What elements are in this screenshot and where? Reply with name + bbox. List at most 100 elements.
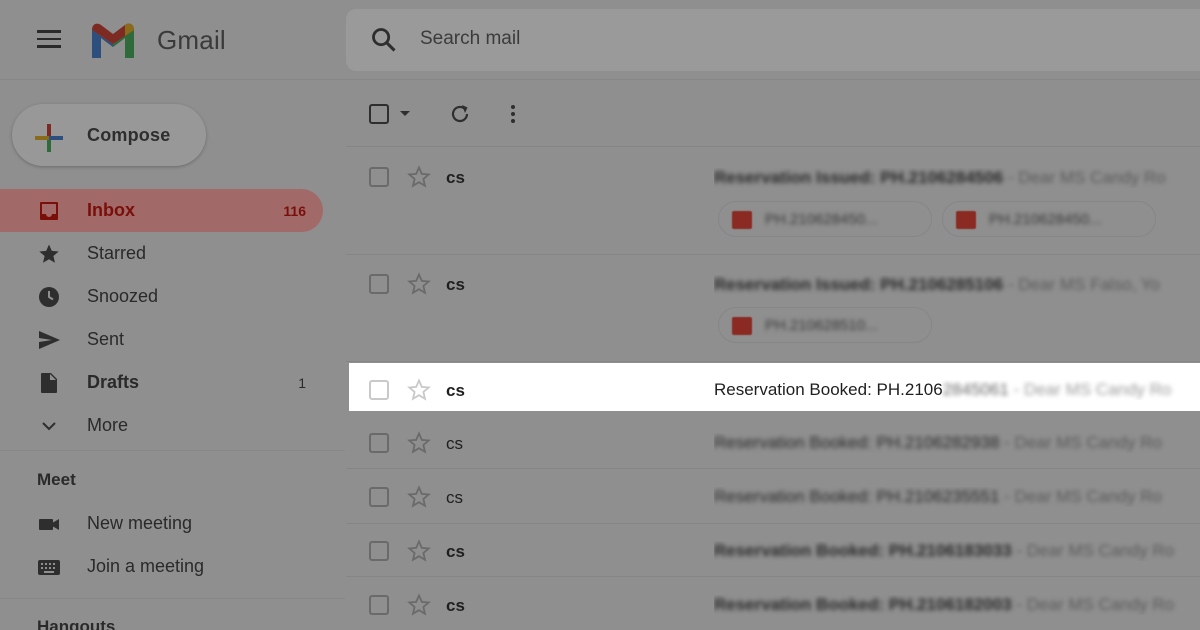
email-sender: cs [446, 488, 463, 507]
attachment-chip[interactable]: PH.210628510... [718, 307, 932, 343]
email-snippet: - Dear MS Candy Ro [1011, 595, 1175, 614]
email-subject: Reservation Booked: PH.2106235551 [714, 487, 1000, 506]
pdf-icon [956, 211, 976, 229]
row-checkbox[interactable] [369, 380, 389, 400]
email-subject: Reservation Issued: PH.2106285106 [714, 275, 1004, 294]
email-row[interactable]: cs Reservation Booked: PH.2106235551 - D… [346, 470, 1200, 524]
email-subject-line: Reservation Booked: PH.2106282938 - Dear… [714, 433, 1200, 453]
email-snippet: - Dear MS Candy Ro [1011, 541, 1175, 560]
sidebar-item-label: Inbox [87, 200, 135, 220]
divider [0, 598, 345, 599]
refresh-icon[interactable] [448, 102, 472, 126]
app-name: Gmail [157, 25, 226, 55]
plus-icon [35, 124, 63, 152]
row-checkbox[interactable] [369, 433, 389, 453]
draft-count: 1 [298, 375, 306, 391]
email-subject: Reservation Booked: PH.2106183033 [714, 541, 1012, 560]
sidebar-item-label: Snoozed [87, 286, 159, 306]
email-subject-line: Reservation Issued: PH.2106284506 - Dear… [714, 168, 1200, 188]
sidebar-item-drafts[interactable]: Drafts 1 [0, 361, 323, 404]
email-subject-line: Reservation Booked: PH.2106182003 - Dear… [714, 595, 1200, 615]
email-snippet: - Dear MS Candy Ro [999, 487, 1162, 506]
row-checkbox[interactable] [369, 487, 389, 507]
email-snippet: - Dear MS Candy Ro [999, 433, 1162, 452]
email-snippet: - Dear MS Falso, Yo [1003, 275, 1161, 294]
row-checkbox[interactable] [369, 167, 389, 187]
email-subject-line: Reservation Booked: PH.2106235551 - Dear… [714, 487, 1200, 507]
sidebar-item-label: Sent [87, 329, 125, 349]
email-sender: cs [446, 168, 465, 187]
email-sender: cs [446, 381, 465, 400]
row-checkbox[interactable] [369, 274, 389, 294]
email-row[interactable]: cs Reservation Booked: PH.2106282938 - D… [346, 416, 1200, 469]
sidebar-item-starred[interactable]: Starred [0, 232, 323, 275]
email-subject: Reservation Booked: PH.2106 [714, 380, 943, 399]
email-subject-line: Reservation Booked: PH.21062845061 - Dea… [714, 380, 1200, 400]
email-sender: cs [446, 542, 465, 561]
email-subject: Reservation Booked: PH.2106282938 [714, 433, 1000, 452]
gmail-logo-icon[interactable] [88, 22, 138, 58]
row-checkbox[interactable] [369, 595, 389, 615]
email-row-highlighted[interactable]: cs Reservation Booked: PH.21062845061 - … [349, 363, 1200, 411]
video-icon [39, 519, 59, 530]
star-outline-icon[interactable] [407, 431, 431, 455]
email-sender: cs [446, 434, 463, 453]
send-icon [39, 331, 60, 349]
email-snippet: - Dear MS Candy Ro [1008, 380, 1172, 399]
search-input[interactable] [420, 28, 1020, 50]
star-outline-icon[interactable] [407, 165, 431, 189]
attachment-name: PH.210628450... [765, 211, 878, 228]
sidebar-item-label: Starred [87, 243, 147, 263]
select-dropdown-icon[interactable] [400, 111, 410, 116]
email-row[interactable]: cs Reservation Booked: PH.2106183033 - D… [346, 524, 1200, 577]
unread-count: 116 [283, 203, 306, 219]
hangouts-section-title: Hangouts [37, 617, 116, 630]
email-subject-redacted: 2845061 [942, 380, 1009, 399]
keyboard-icon [38, 560, 60, 575]
email-subject-line: Reservation Booked: PH.2106183033 - Dear… [714, 541, 1200, 561]
search-icon[interactable] [370, 26, 398, 54]
email-row[interactable]: cs Reservation Issued: PH.2106284506 - D… [346, 147, 1200, 255]
draft-icon [41, 373, 57, 393]
select-all-checkbox[interactable] [369, 104, 389, 124]
star-outline-icon[interactable] [407, 539, 431, 563]
divider [0, 450, 345, 451]
email-snippet: - Dear MS Candy Ro [1003, 168, 1166, 187]
star-outline-icon[interactable] [407, 593, 431, 617]
attachment-name: PH.210628450... [989, 211, 1102, 228]
clock-icon [39, 287, 59, 307]
sidebar-item-label: More [87, 415, 129, 435]
attachment-name: PH.210628510... [765, 317, 878, 334]
sidebar-item-inbox[interactable]: Inbox 116 [0, 189, 323, 232]
pdf-icon [732, 211, 752, 229]
star-outline-icon[interactable] [407, 485, 431, 509]
row-checkbox[interactable] [369, 541, 389, 561]
sidebar-item-sent[interactable]: Sent [0, 318, 323, 361]
attachment-chip[interactable]: PH.210628450... [718, 201, 932, 237]
chevron-down-icon [42, 422, 56, 431]
email-sender: cs [446, 275, 465, 294]
attachment-chip[interactable]: PH.210628450... [942, 201, 1156, 237]
star-outline-icon[interactable] [407, 272, 431, 296]
sidebar-item-label: Join a meeting [87, 556, 205, 576]
email-subject: Reservation Issued: PH.2106284506 [714, 168, 1004, 187]
main-menu-icon[interactable] [37, 30, 61, 50]
inbox-icon [40, 202, 58, 220]
pdf-icon [732, 317, 752, 335]
email-row[interactable]: cs Reservation Issued: PH.2106285106 - D… [346, 255, 1200, 362]
sidebar-item-join-meeting[interactable]: Join a meeting [0, 545, 323, 588]
email-row[interactable]: cs Reservation Booked: PH.2106182003 - D… [346, 577, 1200, 630]
sidebar-item-label: Drafts [87, 372, 140, 392]
meet-section-title: Meet [37, 470, 76, 489]
sidebar-item-more[interactable]: More [0, 404, 323, 447]
email-subject-line: Reservation Issued: PH.2106285106 - Dear… [714, 275, 1200, 295]
sidebar-item-new-meeting[interactable]: New meeting [0, 502, 323, 545]
more-vert-icon[interactable] [510, 102, 516, 126]
email-subject: Reservation Booked: PH.2106182003 [714, 595, 1012, 614]
email-sender: cs [446, 596, 465, 615]
sidebar-item-snoozed[interactable]: Snoozed [0, 275, 323, 318]
sidebar-item-label: New meeting [87, 513, 193, 533]
compose-label[interactable]: Compose [87, 125, 170, 146]
star-outline-icon[interactable] [407, 378, 431, 402]
star-icon [39, 244, 59, 263]
